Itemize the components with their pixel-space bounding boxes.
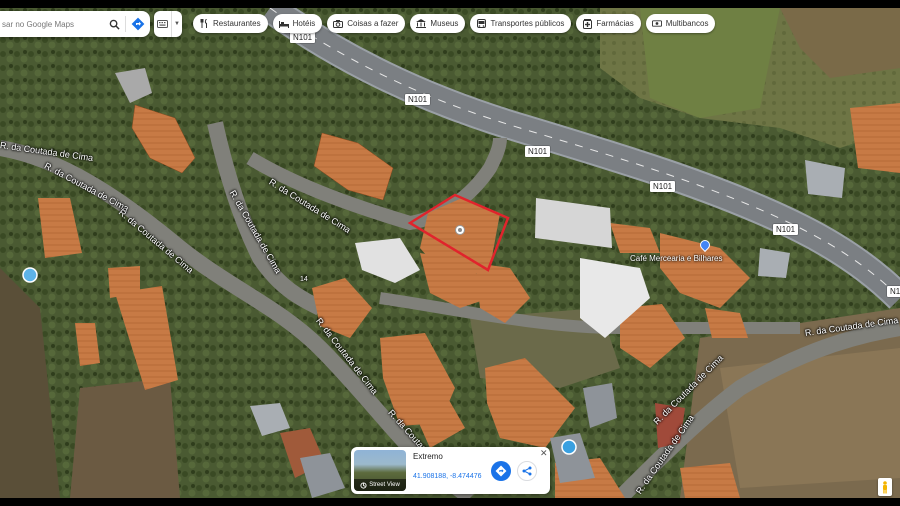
street-view-label: Street View <box>369 482 400 488</box>
chip-pharmacies[interactable]: Farmácias <box>576 14 641 33</box>
keyboard-icon[interactable] <box>154 11 172 37</box>
directions-icon[interactable] <box>126 13 150 35</box>
bus-icon <box>476 18 486 29</box>
chip-label: Restaurantes <box>213 19 261 28</box>
chip-things-to-do[interactable]: Coisas a fazer <box>327 14 406 33</box>
fork-knife-icon <box>199 19 209 29</box>
chevron-down-icon[interactable]: ▼ <box>172 21 182 27</box>
street-view-badge[interactable]: Street View <box>354 479 406 491</box>
layers-button[interactable]: ▼ <box>154 11 182 37</box>
street-view-thumbnail[interactable]: Street View <box>354 450 406 491</box>
directions-icon <box>495 465 507 477</box>
road-shield-n101: N101 <box>405 94 431 105</box>
road-shield-n101: N101 <box>773 224 799 235</box>
place-info-card[interactable]: Street View Extremo 41.908188, -8.474476… <box>351 447 550 494</box>
camera-icon <box>333 19 344 29</box>
road-shield-n101: N10 <box>887 286 900 297</box>
road-shield-n101: N101 <box>525 146 551 157</box>
chip-label: Transportes públicos <box>490 19 565 28</box>
bed-icon <box>278 19 289 29</box>
share-icon <box>522 466 532 476</box>
chip-restaurants[interactable]: Restaurantes <box>193 14 268 33</box>
pharmacy-icon <box>582 18 592 29</box>
directions-button[interactable] <box>491 461 511 481</box>
chip-museums[interactable]: Museus <box>410 14 466 33</box>
search-icon[interactable] <box>103 13 125 35</box>
search-input[interactable]: sar no Google Maps <box>0 20 103 29</box>
chip-public-transport[interactable]: Transportes públicos <box>470 14 572 33</box>
poi-label[interactable]: Café Mercearia e Bilhares <box>630 254 722 263</box>
chip-label: Multibancos <box>665 19 709 28</box>
place-title: Extremo <box>413 452 443 461</box>
road-shield-n101: N101 <box>290 32 316 43</box>
satellite-map[interactable]: N101 N101 N101 N101 N101 N10 R. da Couta… <box>0 8 900 498</box>
share-button[interactable] <box>517 461 537 481</box>
chip-label: Museus <box>430 19 459 28</box>
chip-hotels[interactable]: Hotéis <box>272 14 323 33</box>
satellite-imagery <box>0 8 900 498</box>
pegman-icon[interactable] <box>878 478 892 496</box>
house-number-label: 14 <box>300 276 308 283</box>
close-icon[interactable]: ✕ <box>540 448 548 458</box>
chip-label: Coisas a fazer <box>347 19 399 28</box>
road-shield-n101: N101 <box>650 181 676 192</box>
street-view-icon <box>360 481 367 489</box>
museum-icon <box>416 19 427 29</box>
place-coordinates[interactable]: 41.908188, -8.474476 <box>413 473 482 480</box>
chip-label: Farmácias <box>596 19 634 28</box>
search-box[interactable]: sar no Google Maps <box>0 11 150 37</box>
atm-icon <box>651 19 662 29</box>
chip-atms[interactable]: Multibancos <box>645 14 716 33</box>
category-chips: Restaurantes Hotéis Coisas a fazer Museu… <box>193 14 716 33</box>
chip-label: Hotéis <box>292 19 316 28</box>
